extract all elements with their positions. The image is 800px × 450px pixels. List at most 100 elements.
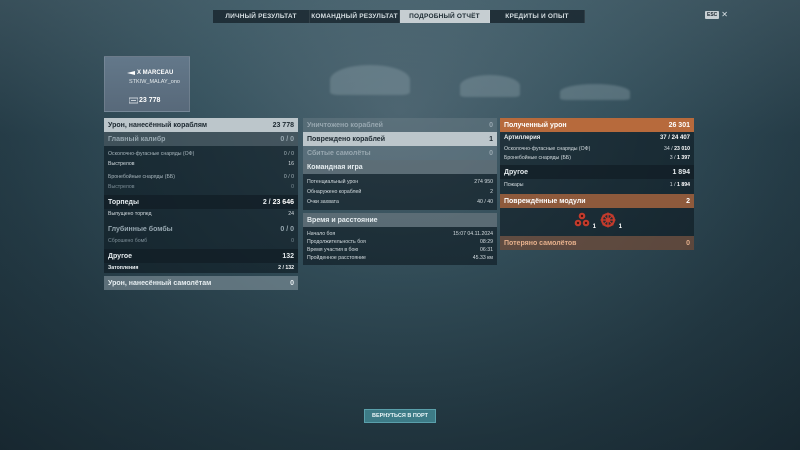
planes-shot-row: Сбитые самолёты 0: [303, 146, 497, 160]
ap-shells-value: 0 / 0: [283, 174, 294, 180]
ap-shells-row: Бронебойные снаряды (ББ) 0 / 0: [104, 172, 298, 182]
ships-damaged-label: Повреждено кораблей: [307, 135, 385, 143]
damage-received-column: Полученный урон 26 301 Артиллерия 37 / 2…: [500, 118, 694, 250]
planes-lost-value: 0: [686, 239, 690, 247]
ships-spotted-row: Обнаружено кораблей 2: [303, 187, 497, 197]
main-battery-row: Главный калибр 0 / 0: [104, 132, 298, 146]
ap-shells-label: Бронебойные снаряды (ББ): [108, 174, 175, 180]
capture-points-value: 40 / 40: [477, 199, 493, 205]
fires-value: 1 / 1 894: [669, 182, 690, 188]
received-damage-header: Полученный урон 26 301: [500, 118, 694, 132]
battle-duration-row: Продолжительность боя 08:29: [303, 238, 497, 246]
depth-charges-row: Глубинные бомбы 0 / 0: [104, 222, 298, 236]
artillery-row: Артиллерия 37 / 24 407: [500, 132, 694, 144]
esc-key-icon: ESC: [705, 11, 720, 19]
torpedoes-row: Торпеды 2 / 23 646: [104, 195, 298, 209]
battle-stats-column: Уничтожено кораблей 0 Повреждено корабле…: [303, 118, 497, 265]
battle-duration-label: Продолжительность боя: [307, 239, 366, 245]
module-damage-count: 1: [592, 224, 596, 230]
other-damage-label: Другое: [108, 252, 133, 260]
ships-destroyed-label: Уничтожено кораблей: [307, 121, 383, 129]
other-received-row: Другое 1 894: [500, 165, 694, 179]
other-damage-value: 132: [282, 252, 294, 260]
torpedoes-launched-row: Выпущено торпед 24: [104, 209, 298, 219]
depth-dropped-row: Сброшено бомб 0: [104, 236, 298, 246]
potential-damage-value: 274 950: [474, 179, 493, 185]
damage-to-ships-header: Урон, нанесённый кораблям 23 778: [104, 118, 298, 132]
he-shots-value: 16: [288, 161, 294, 167]
aircraft-damage-value: 0: [290, 279, 294, 287]
torpedoes-launched-value: 24: [288, 211, 294, 217]
close-control[interactable]: ESC ✕: [705, 11, 728, 19]
received-damage-value: 26 301: [668, 121, 690, 129]
ap-shots-value: 0: [291, 184, 294, 190]
planes-shot-value: 0: [489, 149, 493, 157]
player-name: STKIW_MALAY_ono: [129, 79, 180, 85]
damaged-modules-block: 1 1: [500, 208, 694, 236]
ap-shots-row: Выстрелов 0: [104, 182, 298, 192]
planes-lost-label: Потеряно самолётов: [504, 239, 577, 247]
ships-damaged-value: 1: [489, 135, 493, 143]
team-play-block: Командная игра Потенциальный урон 274 95…: [303, 160, 497, 210]
he-shells-label: Осколочно-фугасные снаряды (ОФ): [108, 151, 195, 157]
ship-name: X MARCEAU: [137, 70, 174, 76]
time-in-battle-label: Время участия в бою: [307, 247, 359, 253]
ship-card: X MARCEAU STKIW_MALAY_ono 23 778: [104, 56, 190, 112]
ships-spotted-label: Обнаружено кораблей: [307, 189, 362, 195]
ships-damaged-row: Повреждено кораблей 1: [303, 132, 497, 146]
fires-row: Пожары 1 / 1 894: [500, 179, 694, 191]
module-damage-count: 1: [618, 224, 622, 230]
aircraft-damage-label: Урон, нанесённый самолётам: [108, 279, 212, 287]
potential-damage-row: Потенциальный урон 274 950: [303, 177, 497, 187]
ships-destroyed-value: 0: [489, 121, 493, 129]
return-to-port-button[interactable]: ВЕРНУТЬСЯ В ПОРТ: [364, 409, 436, 423]
battle-start-row: Начало боя 15:07 04.11.2024: [303, 230, 497, 238]
steering-gear-icon: [600, 212, 616, 228]
damage-to-ships-label: Урон, нанесённый кораблям: [108, 121, 208, 129]
background-island: [560, 84, 630, 100]
battle-start-label: Начало боя: [307, 231, 336, 237]
other-received-label: Другое: [504, 168, 529, 176]
received-damage-block: Артиллерия 37 / 24 407 Осколочно-фугасны…: [500, 132, 694, 194]
battle-duration-value: 08:29: [480, 239, 493, 245]
he-received-row: Осколочно-фугасные снаряды (ОФ) 34 / 23 …: [500, 144, 694, 153]
damaged-modules-value: 2: [686, 197, 690, 205]
tab-detailed-report[interactable]: ПОДРОБНЫЙ ОТЧЁТ: [400, 10, 490, 23]
damaged-modules-label: Повреждённые модули: [504, 197, 586, 205]
ap-shots-label: Выстрелов: [108, 184, 135, 190]
ship-type-icon: [127, 71, 135, 75]
module-damaged-item[interactable]: 1: [574, 212, 596, 230]
fires-label: Пожары: [504, 182, 524, 188]
team-play-header: Командная игра: [303, 160, 497, 174]
ap-received-row: Бронебойные снаряды (ББ) 3 / 1 397: [500, 153, 694, 162]
he-received-value: 34 / 23 010: [664, 145, 690, 152]
flooding-value: 2 / 132: [278, 265, 294, 271]
other-damage-row: Другое 132: [104, 249, 298, 263]
distance-value: 45.33 км: [472, 255, 493, 261]
damage-to-ships-value: 23 778: [272, 121, 294, 129]
main-battery-value: 0 / 0: [280, 135, 294, 143]
result-tabs: ЛИЧНЫЙ РЕЗУЛЬТАТ КОМАНДНЫЙ РЕЗУЛЬТАТ ПОД…: [213, 10, 585, 23]
flooding-label: Затопления: [108, 265, 139, 271]
depth-charges-label: Глубинные бомбы: [108, 225, 173, 233]
damage-dealt-column: Урон, нанесённый кораблям 23 778 Главный…: [104, 118, 298, 290]
ships-destroyed-row: Уничтожено кораблей 0: [303, 118, 497, 132]
tab-credits-and-xp[interactable]: КРЕДИТЫ И ОПЫТ: [490, 10, 585, 23]
other-received-value: 1 894: [672, 168, 690, 176]
close-icon[interactable]: ✕: [721, 11, 728, 19]
he-shots-row: Выстрелов 16: [104, 159, 298, 169]
depth-dropped-label: Сброшено бомб: [108, 238, 148, 244]
tab-team-result[interactable]: КОМАНДНЫЙ РЕЗУЛЬТАТ: [310, 10, 400, 23]
background-island: [330, 65, 410, 95]
capture-points-row: Очки захвата 40 / 40: [303, 197, 497, 207]
damaged-modules-header: Повреждённые модули 2: [500, 194, 694, 208]
potential-damage-label: Потенциальный урон: [307, 179, 359, 185]
module-damaged-item[interactable]: 1: [600, 212, 622, 230]
capture-points-label: Очки захвата: [307, 199, 339, 205]
ships-spotted-value: 2: [490, 189, 493, 195]
tab-personal-result[interactable]: ЛИЧНЫЙ РЕЗУЛЬТАТ: [213, 10, 310, 23]
torpedoes-launched-label: Выпущено торпед: [108, 211, 152, 217]
distance-row: Пройденное расстояние 45.33 км: [303, 254, 497, 262]
distance-label: Пройденное расстояние: [307, 255, 366, 261]
time-distance-block: Время и расстояние Начало боя 15:07 04.1…: [303, 213, 497, 265]
